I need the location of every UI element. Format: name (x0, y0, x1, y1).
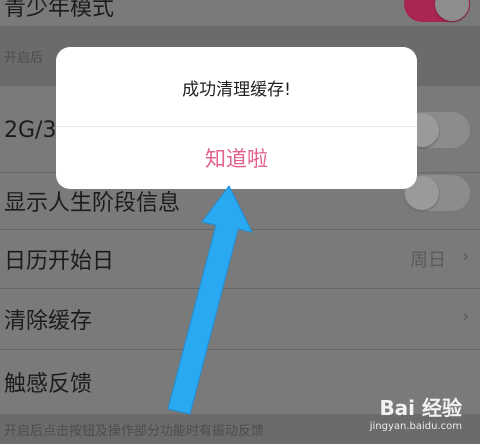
setting-label-calendar-start: 日历开始日 (4, 249, 115, 274)
setting-label-life-stage: 显示人生阶段信息 (4, 191, 181, 216)
dialog-ok-button[interactable]: 知道啦 (56, 127, 417, 189)
baidu-watermark: Bai 经验 jingyan.baidu.com (370, 392, 462, 432)
setting-label-youth-mode: 青少年模式 (4, 0, 115, 21)
chevron-right-icon: › (462, 246, 470, 267)
cache-cleared-dialog: 成功清理缓存! 知道啦 (56, 47, 417, 189)
setting-row-clear-cache[interactable]: 清除缓存 (0, 289, 480, 349)
setting-label-clear-cache: 清除缓存 (4, 309, 93, 334)
chevron-right-icon: › (462, 306, 470, 327)
dialog-message: 成功清理缓存! (182, 79, 291, 100)
youth-mode-toggle[interactable] (404, 0, 470, 22)
watermark-brand: Bai 经验 (379, 396, 462, 420)
setting-row-calendar-start[interactable]: 日历开始日 (0, 230, 480, 288)
calendar-start-value: 周日 (410, 250, 446, 271)
setting-label-haptic: 触感反馈 (4, 372, 93, 397)
watermark-url: jingyan.baidu.com (369, 421, 462, 432)
